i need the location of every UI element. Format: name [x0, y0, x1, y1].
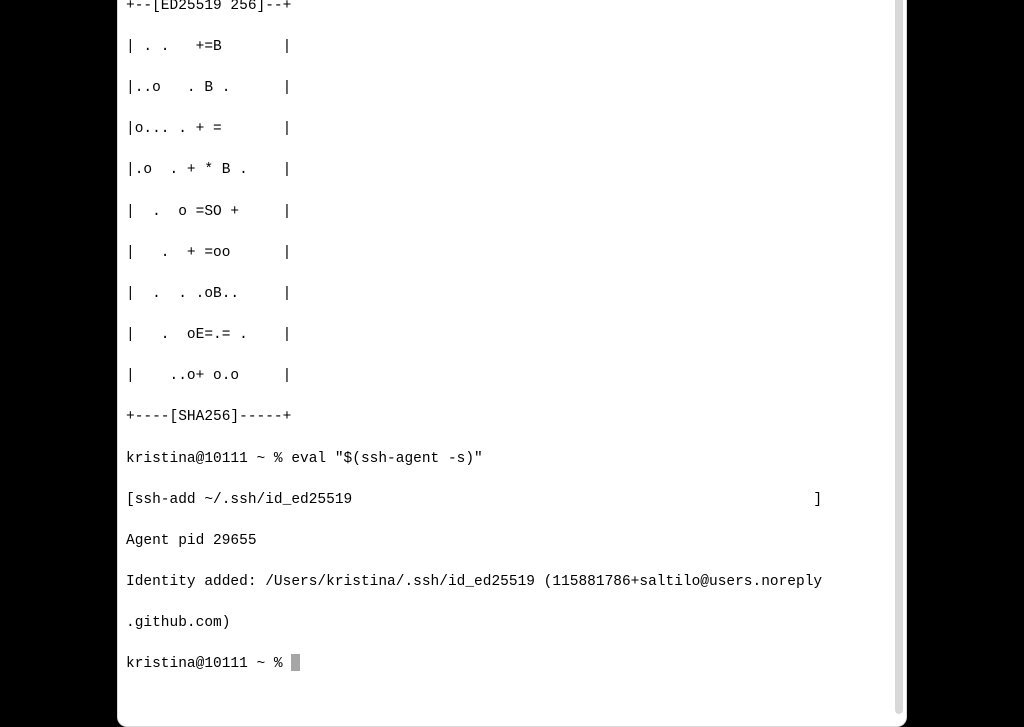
- terminal-body[interactable]: The key's randomart image is: +--[ED2551…: [118, 0, 906, 726]
- terminal-line: Identity added: /Users/kristina/.ssh/id_…: [126, 572, 900, 593]
- prompt-line: kristina@10111 ~ %: [126, 654, 900, 675]
- terminal-line: | . o =SO + |: [126, 202, 900, 223]
- terminal-line: [ssh-add ~/.ssh/id_ed25519 ]: [126, 490, 900, 511]
- terminal-line: .github.com): [126, 613, 900, 634]
- terminal-line: |o... . + = |: [126, 119, 900, 140]
- terminal-line: | ..o+ o.o |: [126, 366, 900, 387]
- terminal-window: kristina — -zsh — 80×18 The key's random…: [117, 0, 907, 727]
- terminal-line: | . oE=.= . |: [126, 325, 900, 346]
- terminal-line: |.o . + * B . |: [126, 160, 900, 181]
- cursor: [291, 654, 300, 671]
- terminal-line: kristina@10111 ~ % eval "$(ssh-agent -s)…: [126, 449, 900, 470]
- scrollbar[interactable]: [895, 0, 903, 714]
- terminal-line: +--[ED25519 256]--+: [126, 0, 900, 16]
- terminal-line: Agent pid 29655: [126, 531, 900, 552]
- terminal-line: |..o . B . |: [126, 78, 900, 99]
- terminal-line: | . + =oo |: [126, 243, 900, 264]
- terminal-line: +----[SHA256]-----+: [126, 407, 900, 428]
- terminal-line: | . . +=B |: [126, 37, 900, 58]
- terminal-line: | . . .oB.. |: [126, 284, 900, 305]
- prompt-text: kristina@10111 ~ %: [126, 656, 291, 672]
